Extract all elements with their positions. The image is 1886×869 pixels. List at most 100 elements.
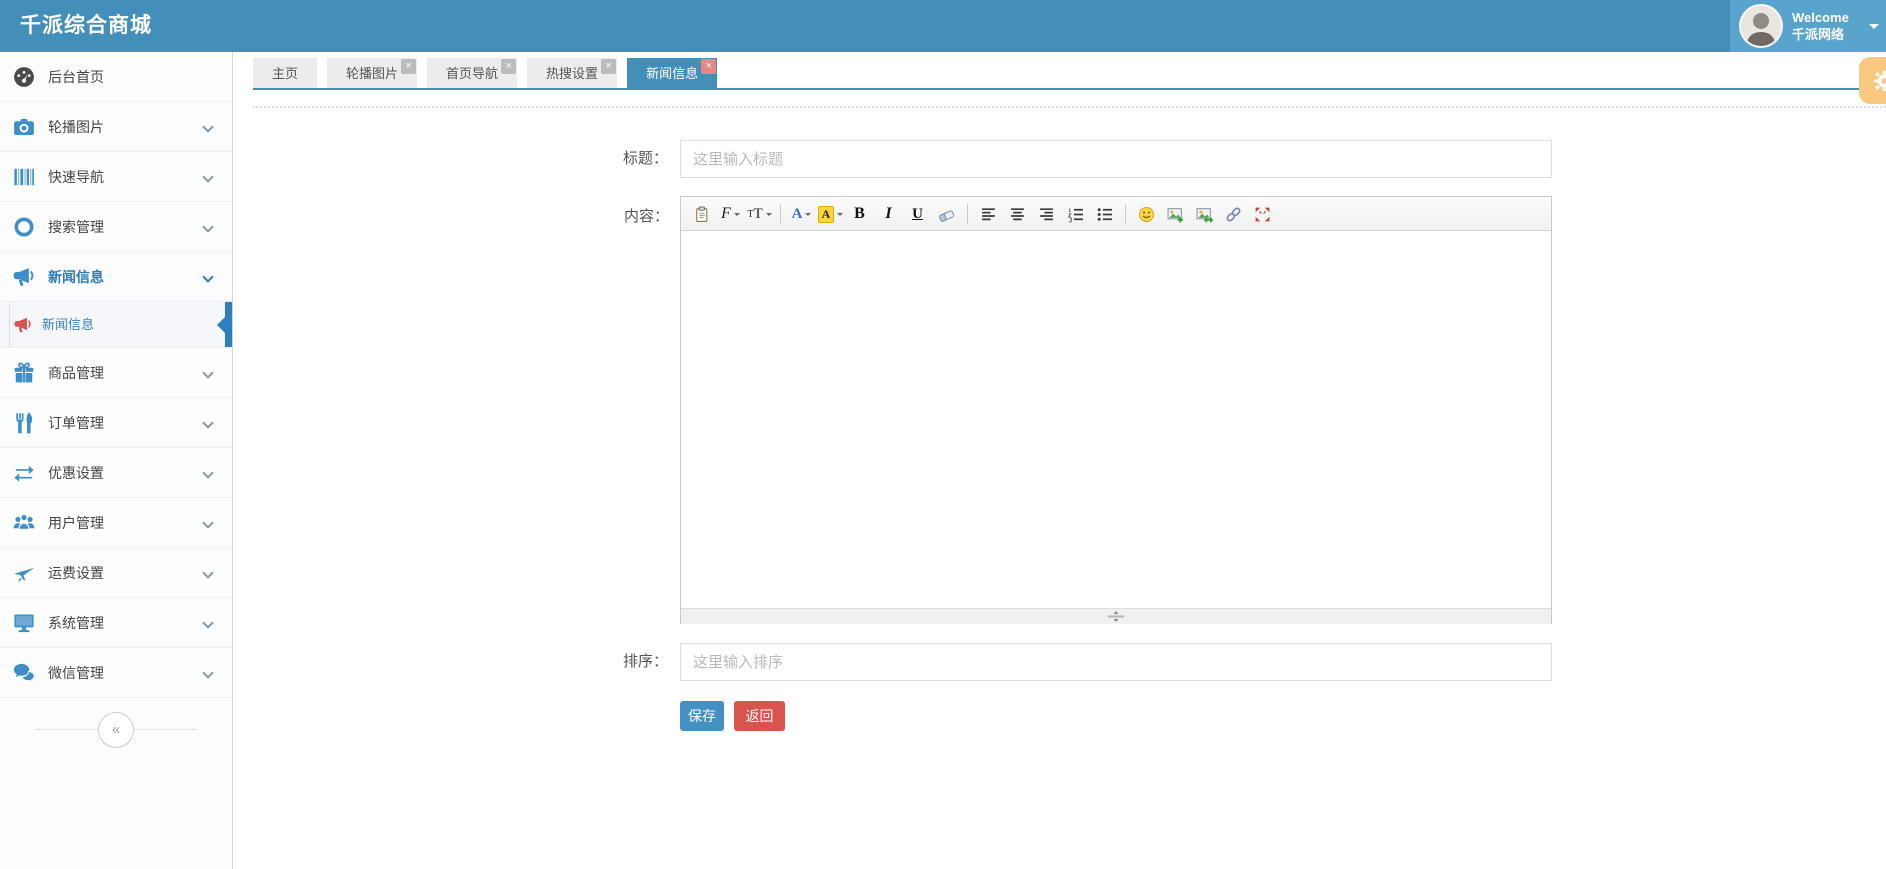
dropdown-caret-icon [765, 213, 772, 219]
justifyright-icon[interactable] [1033, 201, 1060, 227]
tab-label: 轮播图片 [346, 66, 399, 81]
tab-home[interactable]: 主页 [253, 58, 318, 90]
sidebar-item-news[interactable]: 新闻信息 [0, 252, 232, 302]
fontsize-icon[interactable]: TT [746, 201, 773, 227]
sidebar-item-shipping[interactable]: 运费设置 [0, 548, 232, 598]
sidebar-subitem-label: 新闻信息 [42, 317, 95, 332]
sort-input[interactable] [680, 643, 1552, 681]
sidebar-collapse-row: « [0, 698, 232, 760]
tab-carousel[interactable]: 轮播图片 × [327, 58, 418, 90]
tab-label: 主页 [272, 66, 299, 81]
sidebar-menu: 后台首页 轮播图片 快速导航 搜索管理 新闻信息 新闻信息 商品管理 订单管理 优惠设置 用户管理… [0, 52, 232, 698]
toolbar-separator [780, 204, 781, 224]
fontname-icon[interactable]: F [717, 201, 744, 227]
removeformat-icon[interactable] [933, 201, 960, 227]
chevron-down-icon [202, 121, 214, 133]
sidebar-item-search[interactable]: 搜索管理 [0, 202, 232, 252]
tab-close-icon[interactable]: × [701, 59, 717, 74]
gift-icon [13, 362, 35, 384]
sort-label: 排序： [622, 653, 668, 670]
avatar[interactable] [1739, 4, 1783, 48]
italic-icon[interactable]: I [875, 201, 902, 227]
dashboard-icon [13, 66, 35, 88]
sidebar-item-label: 快速导航 [48, 169, 104, 185]
underline-icon[interactable]: U [904, 201, 931, 227]
title-input[interactable] [680, 140, 1552, 178]
main-area: 主页轮播图片×首页导航×热搜设置×新闻信息× 标题： 内容： FTTAABIU [233, 52, 1886, 869]
plane-icon [13, 562, 35, 584]
toolbar-separator [1125, 204, 1126, 224]
orderedlist-icon[interactable] [1062, 201, 1089, 227]
chevron-down-icon [202, 367, 214, 379]
tab-close-icon[interactable]: × [501, 59, 517, 74]
editor-toolbar: FTTAABIU [681, 197, 1551, 231]
chevron-down-icon [202, 617, 214, 629]
image-icon[interactable] [1162, 201, 1189, 227]
gear-icon [1873, 70, 1886, 92]
welcome-text: Welcome [1792, 10, 1849, 25]
content-label: 内容： [623, 208, 669, 225]
tab-hot-search[interactable]: 热搜设置 × [527, 58, 618, 90]
sidebar-item-label: 运费设置 [48, 565, 104, 581]
content-divider [253, 106, 1886, 108]
tabbar-underline [253, 88, 1886, 90]
wechat-icon [13, 662, 35, 684]
sidebar-item-system[interactable]: 系统管理 [0, 598, 232, 648]
fullscreen-icon[interactable] [1249, 201, 1276, 227]
tab-label: 首页导航 [446, 66, 499, 81]
emoticons-icon[interactable] [1133, 201, 1160, 227]
sidebar-item-label: 系统管理 [48, 615, 104, 631]
chevron-down-icon [202, 467, 214, 479]
sidebar-item-quick-nav[interactable]: 快速导航 [0, 152, 232, 202]
chevron-down-icon [202, 221, 214, 233]
save-button[interactable]: 保存 [680, 701, 724, 731]
tab-close-icon[interactable]: × [601, 59, 617, 74]
hilitecolor-icon[interactable]: A [817, 201, 844, 227]
sidebar-item-discount[interactable]: 优惠设置 [0, 448, 232, 498]
sidebar-item-label: 优惠设置 [48, 465, 104, 481]
megaphone-icon [14, 316, 32, 334]
sidebar-item-label: 商品管理 [48, 365, 104, 381]
app-title: 千派综合商城 [20, 14, 152, 37]
bold-icon[interactable]: B [846, 201, 873, 227]
users-icon [13, 512, 35, 534]
sidebar-item-label: 后台首页 [48, 69, 104, 85]
megaphone-icon [13, 266, 35, 288]
tab-home-nav[interactable]: 首页导航 × [427, 58, 518, 90]
user-menu[interactable]: Welcome 千派网络 [1730, 0, 1886, 52]
editor-resize-handle[interactable] [1107, 611, 1125, 622]
sidebar: 后台首页 轮播图片 快速导航 搜索管理 新闻信息 新闻信息 商品管理 订单管理 优惠设置 用户管理… [0, 52, 233, 869]
back-button[interactable]: 返回 [734, 701, 785, 731]
title-label: 标题： [622, 150, 668, 167]
sidebar-item-carousel[interactable]: 轮播图片 [0, 102, 232, 152]
forecolor-icon[interactable]: A [788, 201, 815, 227]
dropdown-caret-icon [837, 213, 844, 219]
sidebar-subitem-news-sub[interactable]: 新闻信息 [0, 302, 232, 348]
title-row: 标题： [233, 140, 1886, 178]
tab-bar: 主页 轮播图片 × 首页导航 × 热搜设置 × 新闻信息 × [253, 58, 1886, 90]
sidebar-item-goods[interactable]: 商品管理 [0, 348, 232, 398]
sidebar-collapse-button[interactable]: « [98, 712, 134, 748]
dropdown-caret-icon [805, 213, 812, 219]
sidebar-item-label: 新闻信息 [48, 269, 104, 285]
sidebar-item-wechat[interactable]: 微信管理 [0, 648, 232, 698]
editor-body[interactable] [681, 231, 1551, 608]
exchange-icon [13, 462, 35, 484]
sidebar-item-dashboard[interactable]: 后台首页 [0, 52, 232, 102]
paste-icon[interactable] [688, 201, 715, 227]
sort-row: 排序： [233, 643, 1886, 681]
link-icon[interactable] [1220, 201, 1247, 227]
tab-close-icon[interactable]: × [401, 59, 417, 74]
sidebar-item-users[interactable]: 用户管理 [0, 498, 232, 548]
chevron-down-icon [202, 567, 214, 579]
top-bar: 千派综合商城 Welcome 千派网络 [0, 0, 1886, 52]
tab-news[interactable]: 新闻信息 × [627, 58, 718, 90]
justifyleft-icon[interactable] [975, 201, 1002, 227]
rich-text-editor: 内容： FTTAABIU [624, 196, 1552, 624]
toolbar-separator [967, 204, 968, 224]
sidebar-item-orders[interactable]: 订单管理 [0, 398, 232, 448]
multiimage-icon[interactable] [1191, 201, 1218, 227]
justifycenter-icon[interactable] [1004, 201, 1031, 227]
settings-drawer-tab[interactable] [1859, 57, 1886, 104]
unorderedlist-icon[interactable] [1091, 201, 1118, 227]
